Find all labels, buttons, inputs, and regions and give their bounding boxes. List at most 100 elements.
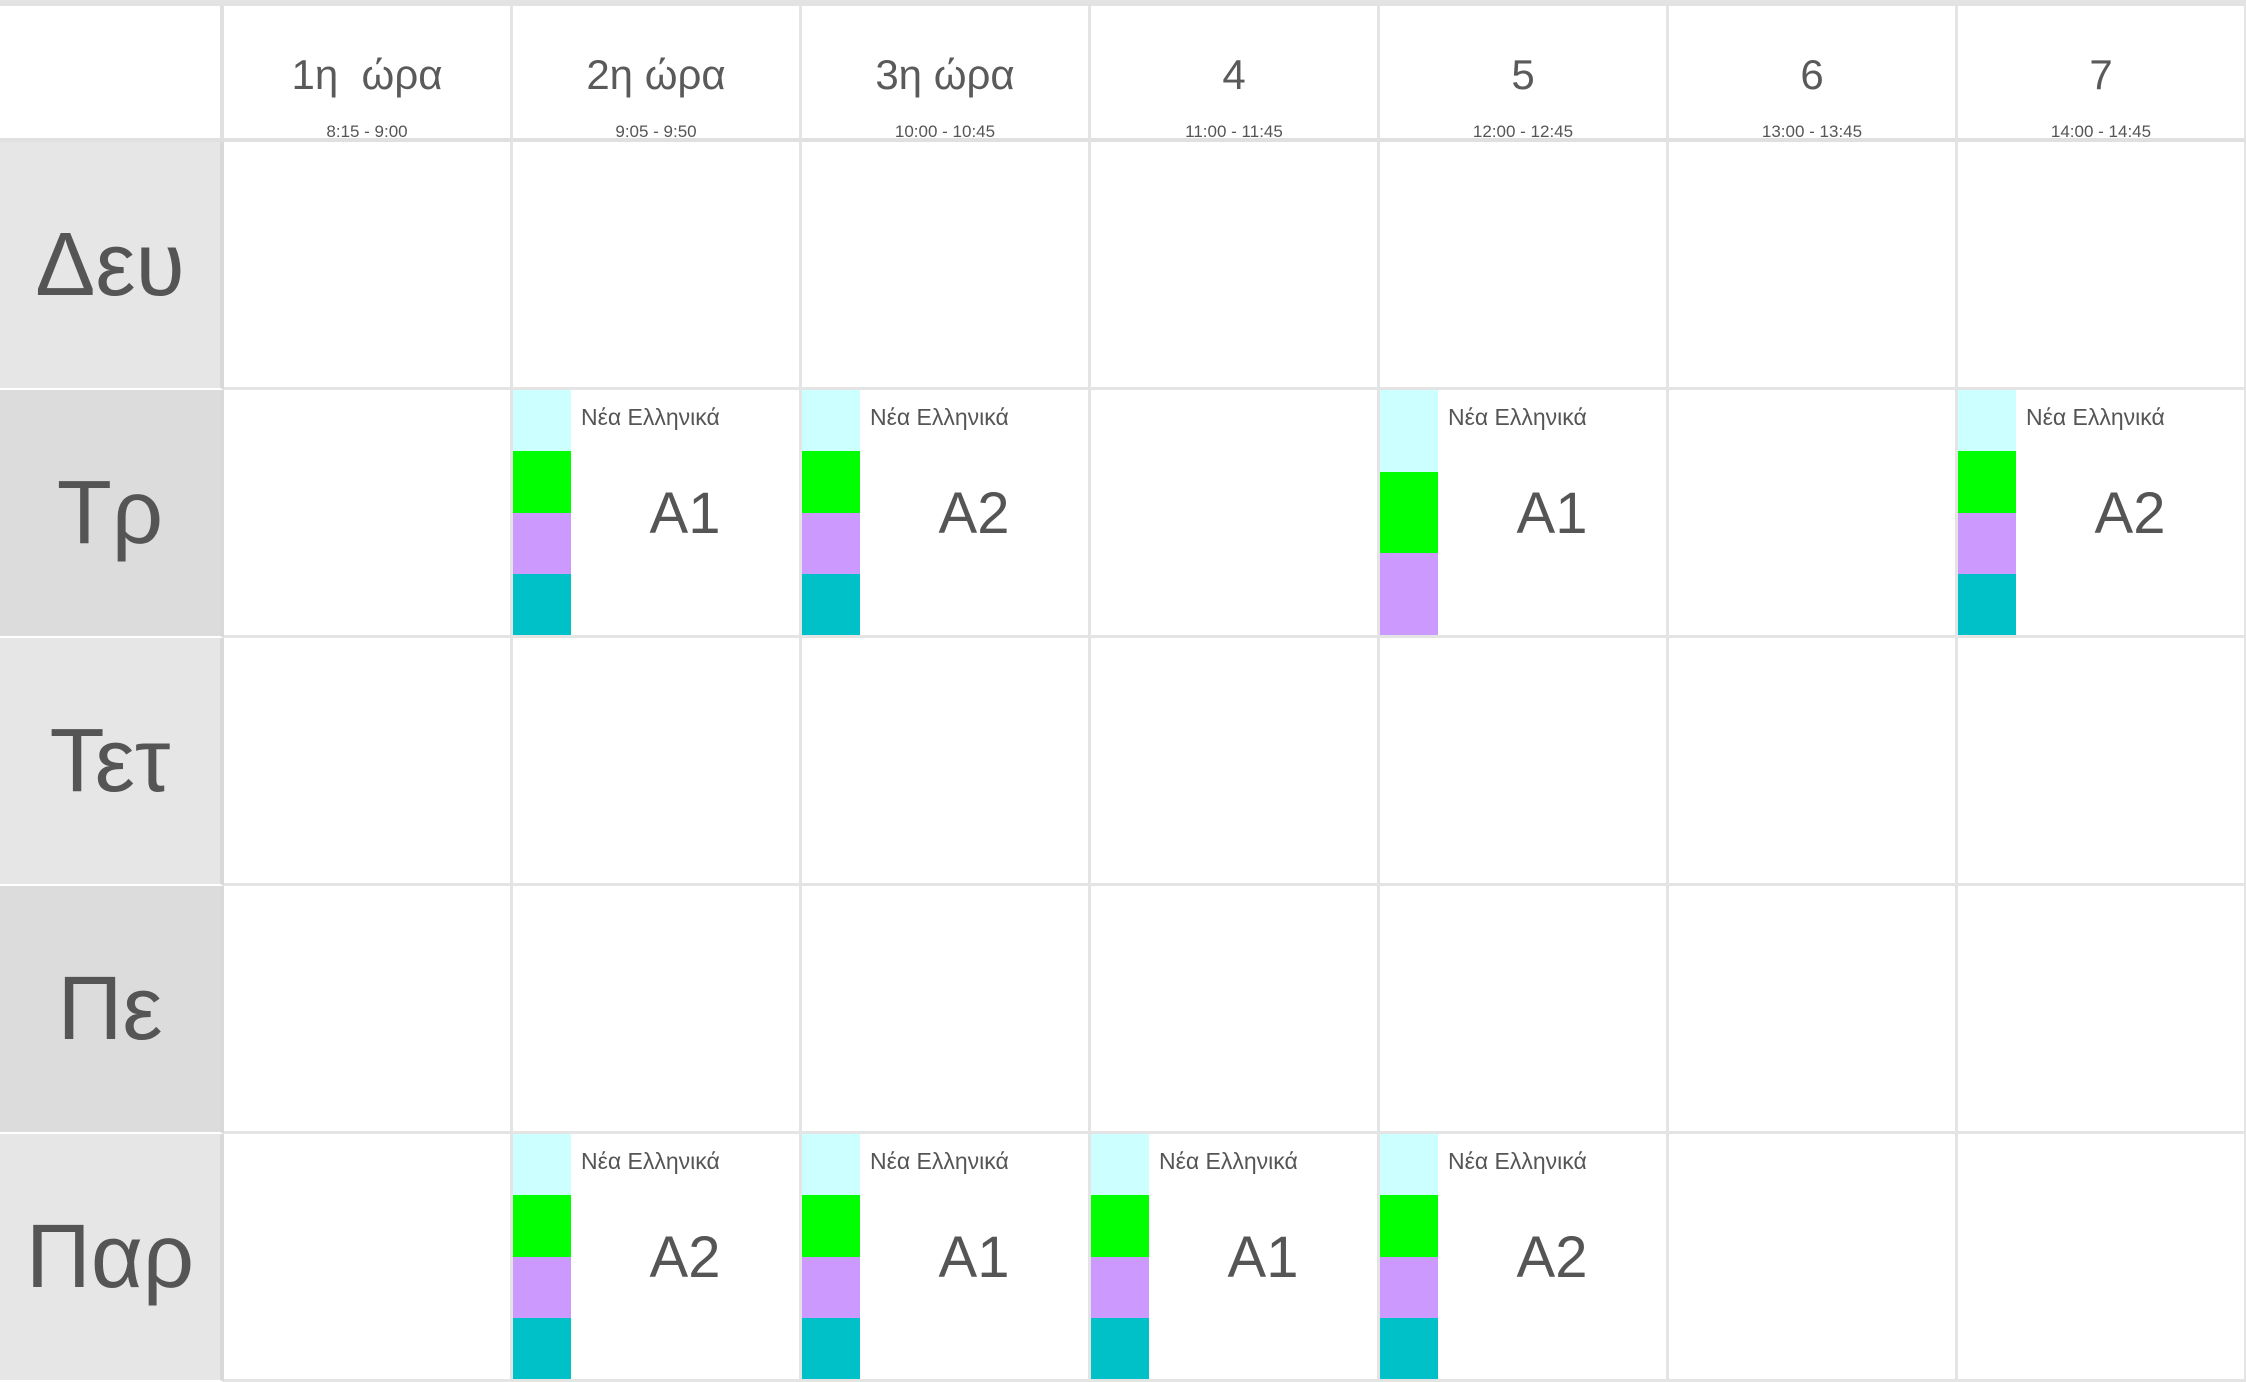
day-header: Τρ — [0, 390, 224, 638]
lesson-subject: Νέα Ελληνικά — [1448, 404, 1587, 430]
lesson-class: A1 — [1227, 1225, 1299, 1290]
timetable-cell[interactable]: Νέα Ελληνικά A1 — [802, 1134, 1091, 1382]
color-segment — [1380, 1195, 1438, 1257]
timetable-cell[interactable] — [1669, 390, 1958, 638]
color-segment — [802, 1195, 860, 1257]
lesson-card[interactable]: Νέα Ελληνικά A2 — [513, 1134, 799, 1379]
lesson-class: A1 — [938, 1225, 1010, 1290]
period-time: 10:00 - 10:45 — [894, 122, 996, 141]
color-segment — [1091, 1134, 1149, 1196]
timetable-cell[interactable] — [1380, 886, 1669, 1134]
color-segment — [513, 390, 571, 452]
color-segment — [1091, 1195, 1149, 1257]
lesson-subject: Νέα Ελληνικά — [870, 404, 1009, 430]
lesson-card[interactable]: Νέα Ελληνικά A2 — [1380, 1134, 1666, 1379]
timetable-cell[interactable]: Νέα Ελληνικά A1 — [1091, 1134, 1380, 1382]
timetable-cell[interactable] — [1958, 142, 2246, 390]
lesson-color-strip — [513, 390, 571, 635]
timetable-cell[interactable] — [1669, 1134, 1958, 1382]
timetable-cell[interactable] — [224, 1134, 513, 1382]
timetable-cell[interactable] — [224, 390, 513, 638]
period-name: 5 — [1511, 51, 1535, 98]
period-name: 1η ώρα — [291, 51, 443, 98]
timetable-grid: 1η ώρα 8:15 - 9:00 2η ώρα 9:05 - 9:50 3η ώρα… — [0, 0, 2246, 1382]
period-name: 2η ώρα — [586, 51, 726, 98]
lesson-card[interactable]: Νέα Ελληνικά A1 — [802, 1134, 1088, 1379]
timetable-cell[interactable] — [1669, 886, 1958, 1134]
color-segment — [1958, 573, 2016, 635]
color-segment — [513, 1317, 571, 1379]
timetable-cell[interactable]: Νέα Ελληνικά A2 — [802, 390, 1091, 638]
color-segment — [1958, 512, 2016, 574]
color-segment — [1380, 471, 1438, 554]
timetable-cell[interactable] — [513, 638, 802, 886]
timetable-cell[interactable]: Νέα Ελληνικά A2 — [1958, 390, 2246, 638]
timetable-cell[interactable] — [1669, 142, 1958, 390]
corner-cell — [0, 6, 224, 142]
timetable-cell[interactable]: Νέα Ελληνικά A2 — [1380, 1134, 1669, 1382]
timetable-cell[interactable] — [1958, 886, 2246, 1134]
lesson-card[interactable]: Νέα Ελληνικά A1 — [1380, 390, 1666, 635]
period-time: 9:05 - 9:50 — [615, 122, 697, 141]
lesson-subject: Νέα Ελληνικά — [581, 1148, 720, 1174]
color-segment — [802, 573, 860, 635]
timetable-cell[interactable] — [1958, 1134, 2246, 1382]
timetable-cell[interactable] — [224, 886, 513, 1134]
day-header: Τετ — [0, 638, 224, 886]
lesson-subject: Νέα Ελληνικά — [1159, 1148, 1298, 1174]
lesson-color-strip — [1380, 1134, 1438, 1379]
lesson-class: A1 — [649, 481, 721, 546]
period-header: 5 12:00 - 12:45 — [1380, 6, 1669, 142]
color-segment — [802, 1134, 860, 1196]
timetable-cell[interactable] — [224, 142, 513, 390]
color-segment — [802, 512, 860, 574]
timetable-cell[interactable]: Νέα Ελληνικά A1 — [1380, 390, 1669, 638]
timetable-cell[interactable] — [1091, 638, 1380, 886]
color-segment — [1091, 1317, 1149, 1379]
lesson-color-strip — [1958, 390, 2016, 635]
timetable-cell[interactable]: Νέα Ελληνικά A2 — [513, 1134, 802, 1382]
timetable-cell[interactable] — [802, 638, 1091, 886]
period-header: 4 11:00 - 11:45 — [1091, 6, 1380, 142]
lesson-card[interactable]: Νέα Ελληνικά A2 — [1958, 390, 2244, 635]
timetable-cell[interactable] — [1091, 390, 1380, 638]
period-name: 3η ώρα — [875, 51, 1015, 98]
timetable-cell[interactable] — [1958, 638, 2246, 886]
color-segment — [1958, 451, 2016, 513]
period-name: 6 — [1800, 51, 1824, 98]
timetable-cell[interactable]: Νέα Ελληνικά A1 — [513, 390, 802, 638]
timetable-cell[interactable] — [1091, 886, 1380, 1134]
lesson-class: A1 — [1516, 481, 1588, 546]
lesson-color-strip — [802, 1134, 860, 1379]
color-segment — [1380, 1317, 1438, 1379]
lesson-card[interactable]: Νέα Ελληνικά A2 — [802, 390, 1088, 635]
lesson-subject: Νέα Ελληνικά — [870, 1148, 1009, 1174]
timetable-cell[interactable] — [513, 142, 802, 390]
period-header: 7 14:00 - 14:45 — [1958, 6, 2246, 142]
color-segment — [1091, 1256, 1149, 1318]
lesson-card[interactable]: Νέα Ελληνικά A1 — [1091, 1134, 1377, 1379]
timetable-cell[interactable] — [1380, 142, 1669, 390]
timetable-cell[interactable] — [802, 142, 1091, 390]
lesson-subject: Νέα Ελληνικά — [581, 404, 720, 430]
timetable-cell[interactable] — [1669, 638, 1958, 886]
color-segment — [1380, 390, 1438, 472]
day-header: Πε — [0, 886, 224, 1134]
timetable-cell[interactable] — [1091, 142, 1380, 390]
lesson-color-strip — [1091, 1134, 1149, 1379]
period-time: 14:00 - 14:45 — [2050, 122, 2152, 141]
day-header: Δευ — [0, 142, 224, 390]
timetable-cell[interactable] — [802, 886, 1091, 1134]
timetable-cell[interactable] — [513, 886, 802, 1134]
color-segment — [513, 1195, 571, 1257]
period-name: 4 — [1222, 51, 1246, 98]
color-segment — [1958, 390, 2016, 452]
timetable-cell[interactable] — [1380, 638, 1669, 886]
color-segment — [513, 573, 571, 635]
color-segment — [802, 451, 860, 513]
period-header: 1η ώρα 8:15 - 9:00 — [224, 6, 513, 142]
timetable-cell[interactable] — [224, 638, 513, 886]
lesson-card[interactable]: Νέα Ελληνικά A1 — [513, 390, 799, 635]
color-segment — [513, 1256, 571, 1318]
lesson-class: A2 — [649, 1225, 721, 1290]
